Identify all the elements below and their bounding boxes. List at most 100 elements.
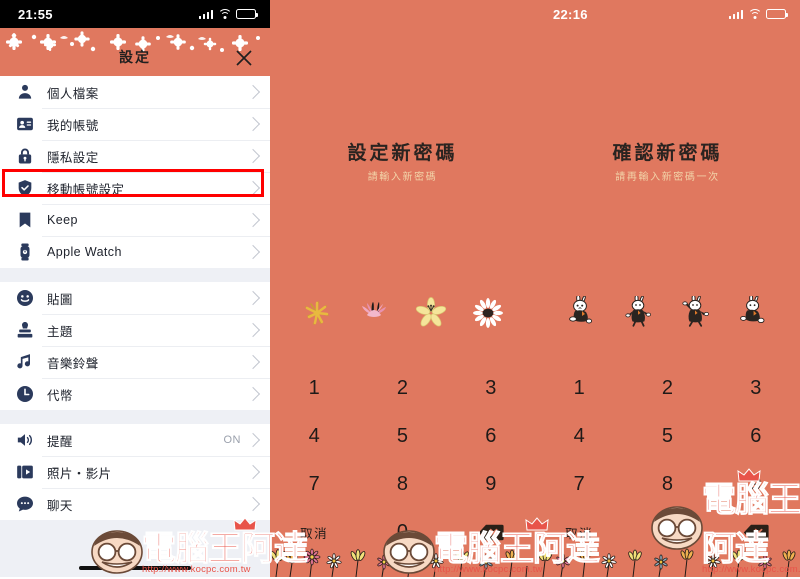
settings-row-label: Keep (47, 213, 78, 227)
person-icon (14, 81, 36, 103)
keypad-key-6[interactable]: 6 (712, 412, 800, 460)
flower-yellow-icon (414, 296, 448, 330)
shield-icon (14, 177, 36, 199)
flower-pink-icon (357, 296, 391, 330)
keypad-key-3[interactable]: 3 (712, 364, 800, 412)
keypad-key-6[interactable]: 6 (447, 412, 535, 460)
settings-row-value: ON (223, 434, 241, 446)
passcode-subtitle: 請輸入新密碼 (367, 172, 438, 183)
right-statusbar: 22:16 (535, 0, 800, 28)
screenshot-root: 21:55 設定 個人檔案 我的帳號 隱私設定 移動帳號設定 Keep Appl… (0, 0, 800, 577)
keypad-key-8[interactable]: 8 (358, 460, 446, 508)
settings-row-theme[interactable]: 主題 (0, 314, 270, 346)
chevron-right-icon (245, 290, 261, 306)
settings-row-label: 代幣 (47, 388, 73, 403)
settings-row-chats[interactable]: 聊天 (0, 488, 270, 520)
bottom-flower-decoration (270, 533, 535, 577)
rabbit-sit-icon (565, 294, 599, 330)
cellular-bars-icon (728, 9, 743, 19)
keypad-key-1[interactable]: 1 (535, 364, 623, 412)
chevron-right-icon (245, 464, 261, 480)
passcode-keypad[interactable]: 1 2 3 4 5 6 7 8 9 取消 0 (270, 364, 535, 556)
speaker-icon (14, 429, 36, 451)
bookmark-icon (14, 209, 36, 231)
wifi-icon (217, 9, 232, 19)
chevron-right-icon (245, 148, 261, 164)
page-title: 設定 (119, 49, 151, 65)
chevron-right-icon (245, 496, 261, 512)
coin-icon (14, 383, 36, 405)
keypad-key-8[interactable]: 8 (623, 460, 711, 508)
flower-orange-icon (300, 296, 334, 330)
settings-row-label: 照片・影片 (47, 466, 112, 481)
settings-row-ringtone[interactable]: 音樂鈴聲 (0, 346, 270, 378)
rabbit-wave-icon (679, 294, 713, 330)
middle-statusbar (270, 0, 535, 28)
chevron-right-icon (245, 84, 261, 100)
settings-row-label: 我的帳號 (47, 118, 99, 133)
chevron-right-icon (245, 244, 261, 260)
settings-row-account-migration[interactable]: 移動帳號設定 (0, 172, 270, 204)
settings-row-keep[interactable]: Keep (0, 204, 270, 236)
settings-row-label: 聊天 (47, 498, 73, 513)
keypad-key-2[interactable]: 2 (358, 364, 446, 412)
passcode-title: 設定新密碼 (347, 143, 458, 164)
keypad-key-1[interactable]: 1 (270, 364, 358, 412)
settings-row-my-account[interactable]: 我的帳號 (0, 108, 270, 140)
passcode-keypad[interactable]: 1 2 3 4 5 6 7 8 9 取消 0 (535, 364, 800, 556)
chevron-right-icon (245, 386, 261, 402)
chat-bubble-icon (14, 493, 36, 515)
sheet-top-edge (18, 28, 252, 42)
watch-icon (14, 241, 36, 263)
chevron-right-icon (245, 432, 261, 448)
settings-row-apple-watch[interactable]: Apple Watch (0, 236, 270, 268)
keypad-key-2[interactable]: 2 (623, 364, 711, 412)
close-icon[interactable] (232, 46, 256, 70)
cellular-bars-icon (198, 9, 213, 19)
chevron-right-icon (245, 180, 261, 196)
settings-row-notifications[interactable]: 提醒 ON (0, 424, 270, 456)
settings-list[interactable]: 個人檔案 我的帳號 隱私設定 移動帳號設定 Keep Apple Watch 貼… (0, 76, 270, 577)
keypad-key-5[interactable]: 5 (358, 412, 446, 460)
chevron-right-icon (245, 212, 261, 228)
smiley-icon (14, 287, 36, 309)
settings-group-3: 提醒 ON 照片・影片 聊天 (0, 424, 270, 520)
settings-row-label: 個人檔案 (47, 86, 99, 101)
passcode-title: 確認新密碼 (612, 143, 723, 164)
chevron-right-icon (245, 322, 261, 338)
settings-row-label: 主題 (47, 324, 73, 339)
middle-phone-panel: 設定新密碼 請輸入新密碼 1 2 3 4 5 6 7 8 9 取消 0 (270, 0, 535, 577)
keypad-key-9[interactable]: 9 (447, 460, 535, 508)
settings-row-profile[interactable]: 個人檔案 (0, 76, 270, 108)
chevron-right-icon (245, 116, 261, 132)
settings-row-privacy[interactable]: 隱私設定 (0, 140, 270, 172)
settings-row-label: 隱私設定 (47, 150, 99, 165)
statusbar-time: 21:55 (18, 6, 53, 22)
settings-row-label: 音樂鈴聲 (47, 356, 99, 371)
settings-row-photos-videos[interactable]: 照片・影片 (0, 456, 270, 488)
keypad-key-7[interactable]: 7 (270, 460, 358, 508)
keypad-key-4[interactable]: 4 (270, 412, 358, 460)
home-indicator (79, 566, 191, 570)
settings-row-stickers[interactable]: 貼圖 (0, 282, 270, 314)
flower-white-icon (471, 296, 505, 330)
keypad-key-9[interactable]: 9 (712, 460, 800, 508)
group-divider (0, 410, 270, 424)
passcode-screen-confirm: 確認新密碼 請再輸入新密碼一次 1 2 3 4 5 6 7 8 9 取消 0 (535, 28, 800, 577)
left-phone-panel: 21:55 設定 個人檔案 我的帳號 隱私設定 移動帳號設定 Keep Appl… (0, 0, 270, 577)
rabbit-stand-icon (622, 294, 656, 330)
keypad-key-4[interactable]: 4 (535, 412, 623, 460)
settings-row-coins[interactable]: 代幣 (0, 378, 270, 410)
passcode-indicators (270, 296, 535, 330)
left-statusbar: 21:55 (0, 0, 270, 28)
settings-group-2: 貼圖 主題 音樂鈴聲 代幣 (0, 282, 270, 410)
keypad-key-5[interactable]: 5 (623, 412, 711, 460)
keypad-key-7[interactable]: 7 (535, 460, 623, 508)
keypad-key-3[interactable]: 3 (447, 364, 535, 412)
battery-icon (766, 9, 788, 19)
passcode-indicators (535, 294, 800, 330)
statusbar-icons (728, 9, 788, 19)
settings-group-1: 個人檔案 我的帳號 隱私設定 移動帳號設定 Keep Apple Watch (0, 76, 270, 268)
statusbar-icons (198, 9, 258, 19)
passcode-subtitle: 請再輸入新密碼一次 (615, 172, 720, 183)
